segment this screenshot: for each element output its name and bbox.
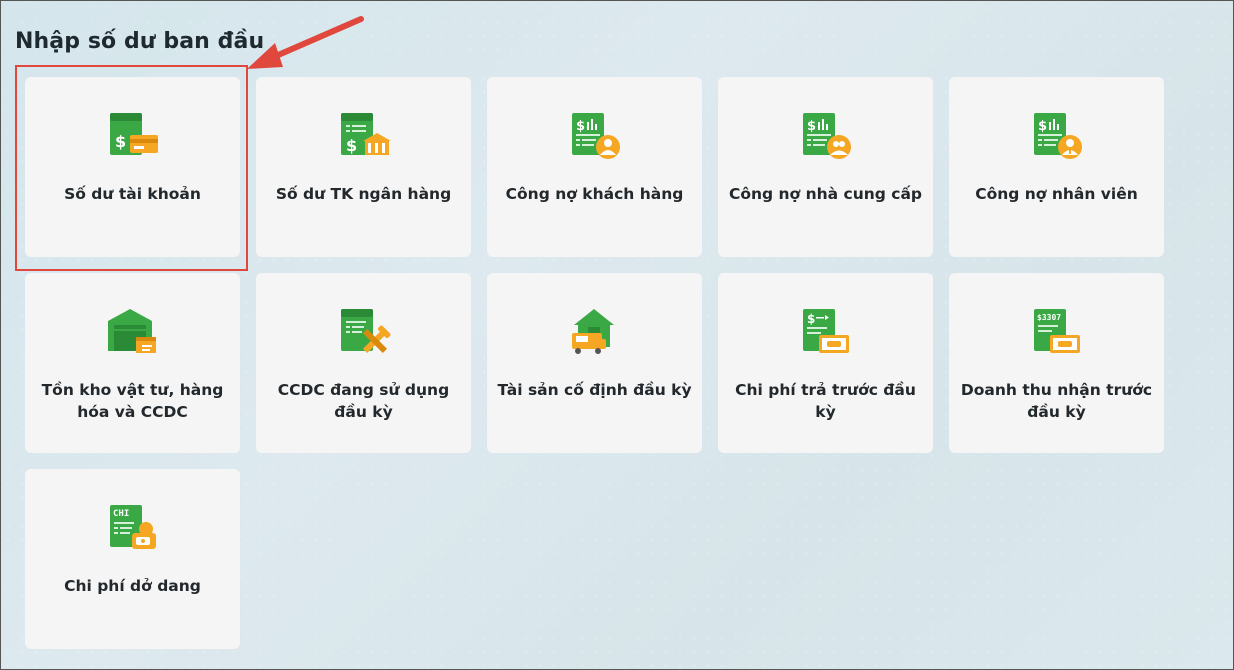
card-label: Công nợ nhà cung cấp: [728, 185, 923, 203]
bank-balance-icon: $: [337, 111, 391, 161]
fixed-asset-icon: [568, 307, 622, 357]
card-unearned-revenue[interactable]: $3307 Doanh thu nhận trước đầu kỳ: [949, 273, 1164, 453]
tools-in-use-icon: [337, 307, 391, 357]
card-label: Tồn kho vật tư, hàng hóa và CCDC: [41, 381, 224, 421]
prepaid-expense-icon: $: [799, 307, 853, 357]
svg-text:$: $: [346, 136, 357, 155]
card-customer-debt[interactable]: $ Công nợ khách hàng: [487, 77, 702, 257]
wip-cost-icon: CHI: [106, 503, 160, 553]
card-label: Công nợ nhân viên: [975, 185, 1138, 203]
card-tools-in-use[interactable]: CCDC đang sử dụng đầu kỳ: [256, 273, 471, 453]
customer-debt-icon: $: [568, 111, 622, 161]
svg-text:$: $: [1038, 119, 1047, 134]
card-bank-balance[interactable]: $ Số dư TK ngân hàng: [256, 77, 471, 257]
warehouse-inventory-icon: [106, 307, 160, 357]
wip-cost-icon-text: CHI: [113, 509, 129, 519]
card-label: Doanh thu nhận trước đầu kỳ: [960, 381, 1153, 421]
svg-text:$: $: [807, 312, 815, 326]
card-label: Tài sản cố định đầu kỳ: [497, 381, 692, 399]
card-account-balance[interactable]: $ Số dư tài khoản: [25, 77, 240, 257]
card-label: Chi phí trả trước đầu kỳ: [735, 381, 916, 421]
unearned-revenue-icon-text: $3307: [1037, 313, 1061, 322]
unearned-revenue-icon: $3307: [1030, 307, 1084, 357]
card-fixed-asset[interactable]: Tài sản cố định đầu kỳ: [487, 273, 702, 453]
card-wip-cost[interactable]: CHI Chi phí dở dang: [25, 469, 240, 649]
card-supplier-debt[interactable]: $ Công nợ nhà cung cấp: [718, 77, 933, 257]
svg-text:$: $: [576, 119, 585, 134]
page-title: Nhập số dư ban đầu: [15, 29, 265, 54]
supplier-debt-icon: $: [799, 111, 853, 161]
card-label: Công nợ khách hàng: [505, 185, 684, 203]
card-inventory[interactable]: Tồn kho vật tư, hàng hóa và CCDC: [25, 273, 240, 453]
card-label: Số dư tài khoản: [64, 185, 201, 203]
employee-debt-icon: $: [1030, 111, 1084, 161]
card-label: Chi phí dở dang: [64, 577, 201, 595]
app-window: Nhập số dư ban đầu $ Số dư tài khoản $ S…: [0, 0, 1234, 670]
account-balance-icon: $: [106, 111, 160, 161]
svg-text:$: $: [115, 132, 126, 151]
card-employee-debt[interactable]: $ Công nợ nhân viên: [949, 77, 1164, 257]
svg-text:$: $: [807, 119, 816, 134]
card-label: CCDC đang sử dụng đầu kỳ: [277, 381, 450, 421]
card-prepaid-expense[interactable]: $ Chi phí trả trước đầu kỳ: [718, 273, 933, 453]
card-label: Số dư TK ngân hàng: [275, 185, 452, 203]
